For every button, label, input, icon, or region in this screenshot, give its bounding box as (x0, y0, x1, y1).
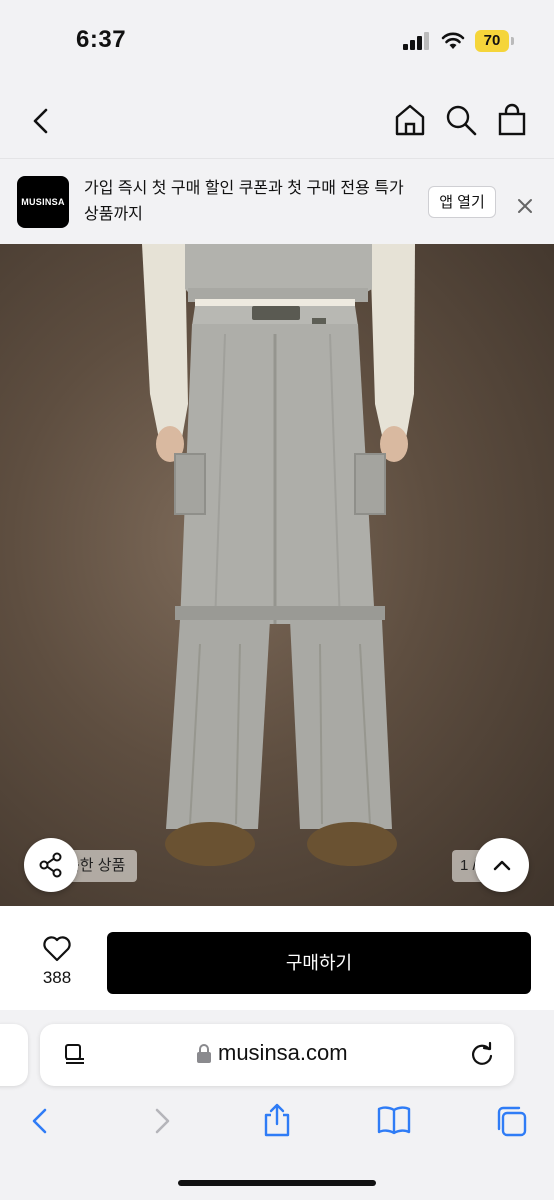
scroll-to-top-button[interactable] (475, 838, 529, 892)
browser-forward-icon[interactable] (146, 1106, 176, 1136)
bag-icon[interactable] (494, 102, 530, 138)
home-icon[interactable] (392, 102, 428, 138)
status-icons: 70 (403, 30, 514, 52)
battery-indicator: 70 (475, 30, 514, 52)
browser-chrome: musinsa.com (0, 1010, 554, 1200)
search-icon[interactable] (443, 102, 479, 138)
tabs-overview-icon[interactable] (494, 1104, 528, 1138)
banner-message: 가입 즉시 첫 구매 할인 쿠폰과 첫 구매 전용 특가 상품까지 (84, 180, 404, 223)
buy-button[interactable]: 구매하기 (107, 932, 531, 994)
share-nodes-icon (39, 852, 62, 878)
cellular-signal-icon (403, 32, 429, 50)
close-icon[interactable] (512, 193, 538, 219)
battery-cap (511, 37, 514, 45)
app-install-banner: MUSINSA 가입 즉시 첫 구매 할인 쿠폰과 첫 구매 전용 특가 상품까… (0, 158, 554, 245)
like-count: 388 (42, 968, 72, 987)
share-button[interactable] (24, 838, 78, 892)
chevron-up-icon (493, 860, 511, 871)
share-sheet-icon[interactable] (260, 1102, 294, 1138)
back-chevron-icon[interactable] (24, 104, 58, 138)
previous-tab-peek[interactable] (0, 1024, 28, 1086)
url-text: musinsa.com (218, 1040, 348, 1065)
page-menu-icon[interactable] (62, 1042, 88, 1068)
bookmarks-icon[interactable] (376, 1104, 412, 1136)
product-photo-illustration (142, 244, 415, 866)
home-indicator (178, 1180, 376, 1186)
lock-icon (197, 1044, 211, 1063)
open-app-button[interactable]: 앱 열기 (428, 186, 496, 218)
address-bar[interactable]: musinsa.com (40, 1024, 514, 1086)
musinsa-logo: MUSINSA (17, 176, 69, 228)
wifi-icon (441, 32, 465, 49)
status-time: 6:37 (76, 26, 127, 53)
battery-level: 70 (475, 30, 509, 52)
heart-icon[interactable] (42, 934, 72, 962)
status-bar: 6:37 70 (0, 0, 554, 84)
purchase-bar: 388 구매하기 (0, 906, 554, 1011)
nav-bar (0, 84, 554, 158)
product-photo[interactable] (0, 244, 554, 906)
reload-icon[interactable] (468, 1040, 496, 1068)
browser-back-icon[interactable] (26, 1106, 56, 1136)
